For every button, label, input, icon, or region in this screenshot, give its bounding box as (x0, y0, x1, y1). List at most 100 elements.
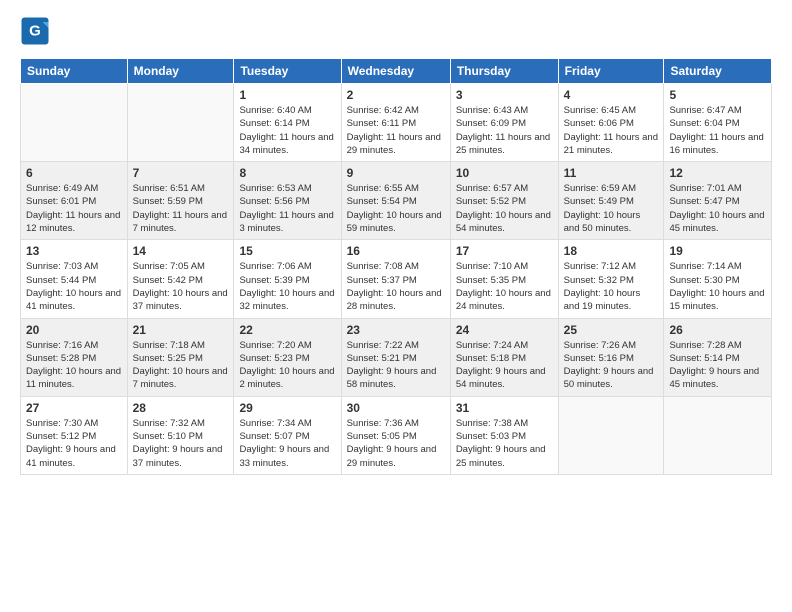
calendar-cell: 6Sunrise: 6:49 AM Sunset: 6:01 PM Daylig… (21, 162, 128, 240)
day-number: 23 (347, 323, 445, 337)
day-info: Sunrise: 7:34 AM Sunset: 5:07 PM Dayligh… (239, 417, 335, 470)
header: G (20, 16, 772, 46)
calendar-cell: 2 Sunrise: 6:42 AM Sunset: 6:11 PM Daylig… (341, 84, 450, 162)
day-number: 6 (26, 166, 122, 180)
day-info: Sunrise: 7:28 AM Sunset: 5:14 PM Dayligh… (669, 339, 766, 392)
day-number: 1 (239, 88, 335, 102)
day-number: 30 (347, 401, 445, 415)
calendar-cell: 26 Sunrise: 7:28 AM Sunset: 5:14 PM Dayli… (664, 318, 772, 396)
calendar-cell: 16 Sunrise: 7:08 AM Sunset: 5:37 PM Dayli… (341, 240, 450, 318)
logo: G (20, 16, 54, 46)
day-number: 18 (564, 244, 659, 258)
day-number: 12 (669, 166, 766, 180)
day-info: Sunrise: 7:08 AM Sunset: 5:37 PM Dayligh… (347, 260, 445, 313)
day-number: 19 (669, 244, 766, 258)
day-info: Sunrise: 7:20 AM Sunset: 5:23 PM Dayligh… (239, 339, 335, 392)
calendar-cell: 13 Sunrise: 7:03 AM Sunset: 5:44 PM Dayli… (21, 240, 128, 318)
day-number: 4 (564, 88, 659, 102)
calendar-cell: 5Sunrise: 6:47 AM Sunset: 6:04 PM Daylig… (664, 84, 772, 162)
day-info: Sunrise: 7:32 AM Sunset: 5:10 PM Dayligh… (133, 417, 229, 470)
day-info: Sunrise: 7:22 AM Sunset: 5:21 PM Dayligh… (347, 339, 445, 392)
calendar-cell (664, 396, 772, 474)
calendar-cell: 24 Sunrise: 7:24 AM Sunset: 5:18 PM Dayli… (450, 318, 558, 396)
calendar-cell (558, 396, 664, 474)
calendar-cell: 4 Sunrise: 6:45 AM Sunset: 6:06 PM Daylig… (558, 84, 664, 162)
weekday-header-tuesday: Tuesday (234, 59, 341, 84)
calendar-cell: 10 Sunrise: 6:57 AM Sunset: 5:52 PM Dayli… (450, 162, 558, 240)
day-info: Sunrise: 7:36 AM Sunset: 5:05 PM Dayligh… (347, 417, 445, 470)
day-info: Sunrise: 7:05 AM Sunset: 5:42 PM Dayligh… (133, 260, 229, 313)
calendar-cell: 25Sunrise: 7:26 AM Sunset: 5:16 PM Dayli… (558, 318, 664, 396)
calendar-cell: 21 Sunrise: 7:18 AM Sunset: 5:25 PM Dayli… (127, 318, 234, 396)
calendar-cell: 9 Sunrise: 6:55 AM Sunset: 5:54 PM Daylig… (341, 162, 450, 240)
weekday-header-sunday: Sunday (21, 59, 128, 84)
day-number: 2 (347, 88, 445, 102)
day-number: 27 (26, 401, 122, 415)
day-info: Sunrise: 6:40 AM Sunset: 6:14 PM Dayligh… (239, 104, 335, 157)
week-row-5: 27Sunrise: 7:30 AM Sunset: 5:12 PM Dayli… (21, 396, 772, 474)
day-info: Sunrise: 7:16 AM Sunset: 5:28 PM Dayligh… (26, 339, 122, 392)
day-number: 10 (456, 166, 553, 180)
day-info: Sunrise: 6:43 AM Sunset: 6:09 PM Dayligh… (456, 104, 553, 157)
calendar-table: SundayMondayTuesdayWednesdayThursdayFrid… (20, 58, 772, 475)
calendar-cell: 1 Sunrise: 6:40 AM Sunset: 6:14 PM Daylig… (234, 84, 341, 162)
day-number: 15 (239, 244, 335, 258)
week-row-2: 6Sunrise: 6:49 AM Sunset: 6:01 PM Daylig… (21, 162, 772, 240)
day-number: 24 (456, 323, 553, 337)
day-info: Sunrise: 7:18 AM Sunset: 5:25 PM Dayligh… (133, 339, 229, 392)
calendar-cell: 18Sunrise: 7:12 AM Sunset: 5:32 PM Dayli… (558, 240, 664, 318)
calendar-cell: 29 Sunrise: 7:34 AM Sunset: 5:07 PM Dayli… (234, 396, 341, 474)
day-number: 31 (456, 401, 553, 415)
calendar-cell (21, 84, 128, 162)
calendar-cell: 11Sunrise: 6:59 AM Sunset: 5:49 PM Dayli… (558, 162, 664, 240)
week-row-3: 13 Sunrise: 7:03 AM Sunset: 5:44 PM Dayli… (21, 240, 772, 318)
week-row-4: 20 Sunrise: 7:16 AM Sunset: 5:28 PM Dayli… (21, 318, 772, 396)
day-number: 9 (347, 166, 445, 180)
calendar-cell: 28 Sunrise: 7:32 AM Sunset: 5:10 PM Dayli… (127, 396, 234, 474)
day-info: Sunrise: 6:45 AM Sunset: 6:06 PM Dayligh… (564, 104, 659, 157)
day-info: Sunrise: 7:03 AM Sunset: 5:44 PM Dayligh… (26, 260, 122, 313)
day-number: 21 (133, 323, 229, 337)
calendar-cell: 12 Sunrise: 7:01 AM Sunset: 5:47 PM Dayli… (664, 162, 772, 240)
day-info: Sunrise: 6:51 AM Sunset: 5:59 PM Dayligh… (133, 182, 229, 235)
day-info: Sunrise: 7:01 AM Sunset: 5:47 PM Dayligh… (669, 182, 766, 235)
day-info: Sunrise: 6:59 AM Sunset: 5:49 PM Dayligh… (564, 182, 659, 235)
day-info: Sunrise: 7:14 AM Sunset: 5:30 PM Dayligh… (669, 260, 766, 313)
calendar-cell: 17 Sunrise: 7:10 AM Sunset: 5:35 PM Dayli… (450, 240, 558, 318)
calendar-cell: 8 Sunrise: 6:53 AM Sunset: 5:56 PM Daylig… (234, 162, 341, 240)
calendar-page: G SundayMondayTuesdayWednesdayThursdayFr… (0, 0, 792, 485)
day-info: Sunrise: 7:10 AM Sunset: 5:35 PM Dayligh… (456, 260, 553, 313)
day-number: 7 (133, 166, 229, 180)
day-info: Sunrise: 6:53 AM Sunset: 5:56 PM Dayligh… (239, 182, 335, 235)
day-number: 8 (239, 166, 335, 180)
day-number: 20 (26, 323, 122, 337)
weekday-header-monday: Monday (127, 59, 234, 84)
calendar-cell (127, 84, 234, 162)
day-info: Sunrise: 6:55 AM Sunset: 5:54 PM Dayligh… (347, 182, 445, 235)
day-info: Sunrise: 6:57 AM Sunset: 5:52 PM Dayligh… (456, 182, 553, 235)
day-number: 22 (239, 323, 335, 337)
weekday-header-thursday: Thursday (450, 59, 558, 84)
day-info: Sunrise: 7:24 AM Sunset: 5:18 PM Dayligh… (456, 339, 553, 392)
day-number: 29 (239, 401, 335, 415)
day-number: 28 (133, 401, 229, 415)
calendar-cell: 31Sunrise: 7:38 AM Sunset: 5:03 PM Dayli… (450, 396, 558, 474)
calendar-cell: 19 Sunrise: 7:14 AM Sunset: 5:30 PM Dayli… (664, 240, 772, 318)
calendar-cell: 20 Sunrise: 7:16 AM Sunset: 5:28 PM Dayli… (21, 318, 128, 396)
calendar-cell: 30 Sunrise: 7:36 AM Sunset: 5:05 PM Dayli… (341, 396, 450, 474)
calendar-cell: 27Sunrise: 7:30 AM Sunset: 5:12 PM Dayli… (21, 396, 128, 474)
day-info: Sunrise: 6:42 AM Sunset: 6:11 PM Dayligh… (347, 104, 445, 157)
calendar-cell: 14Sunrise: 7:05 AM Sunset: 5:42 PM Dayli… (127, 240, 234, 318)
logo-icon: G (20, 16, 50, 46)
day-number: 16 (347, 244, 445, 258)
day-info: Sunrise: 7:06 AM Sunset: 5:39 PM Dayligh… (239, 260, 335, 313)
day-number: 17 (456, 244, 553, 258)
calendar-cell: 23 Sunrise: 7:22 AM Sunset: 5:21 PM Dayli… (341, 318, 450, 396)
day-number: 13 (26, 244, 122, 258)
svg-text:G: G (29, 23, 41, 40)
day-number: 26 (669, 323, 766, 337)
calendar-cell: 22 Sunrise: 7:20 AM Sunset: 5:23 PM Dayli… (234, 318, 341, 396)
weekday-header-friday: Friday (558, 59, 664, 84)
calendar-cell: 7 Sunrise: 6:51 AM Sunset: 5:59 PM Daylig… (127, 162, 234, 240)
day-number: 25 (564, 323, 659, 337)
